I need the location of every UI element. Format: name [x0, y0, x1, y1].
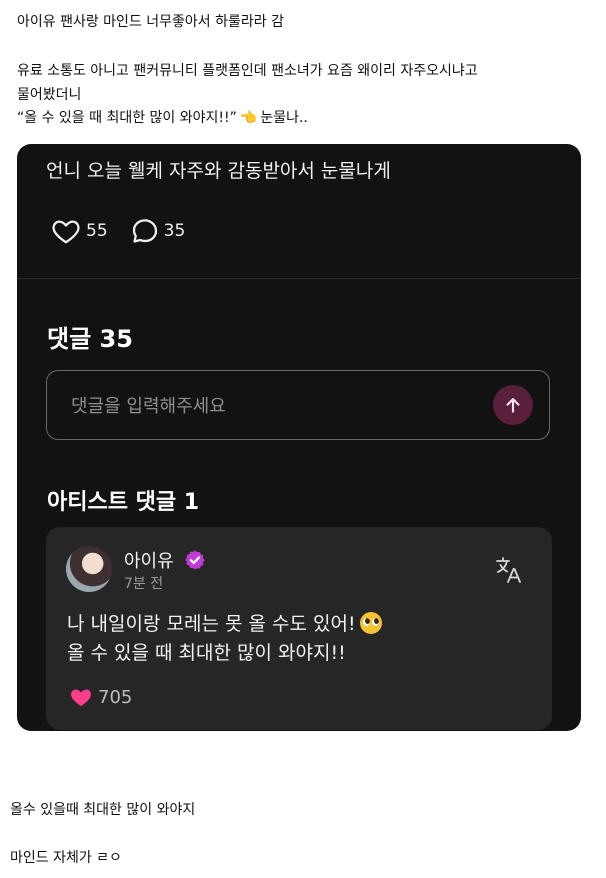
- pointing-left-hand-icon: 👈: [239, 110, 258, 126]
- comment-input[interactable]: [69, 371, 473, 441]
- comment-input-box: [46, 370, 550, 441]
- post-actions: 55 35: [50, 216, 207, 246]
- like-button[interactable]: 55: [50, 216, 108, 246]
- avatar[interactable]: [66, 546, 112, 592]
- post-body-line: 유료 소통도 아니고 팬커뮤니티 플랫폼인데 팬소녀가 요즘 왜이리 자주오시냐…: [17, 63, 478, 79]
- post-footer-line: 올수 있을때 최대한 많이 와야지: [10, 802, 196, 818]
- verified-badge-icon: [185, 550, 205, 570]
- speech-bubble-icon: [132, 219, 157, 243]
- post-quote-line: “올 수 있을 때 최대한 많이 와야지!!” 👈 눈물나..: [17, 108, 308, 128]
- comment-line: 나 내일이랑 모레는 못 올 수도 있어!: [67, 613, 356, 635]
- comment-time: 7분 전: [124, 576, 164, 592]
- comment-count: 35: [163, 221, 186, 241]
- post-body-line: 물어봤더니: [17, 87, 82, 103]
- send-button[interactable]: [493, 385, 533, 425]
- post-title: 아이유 팬사랑 마인드 너무좋아서 하룰라라 감: [17, 14, 284, 30]
- post-footer-line: 마인드 자체가 ㄹㅇ: [10, 850, 122, 866]
- author-name[interactable]: 아이유: [124, 547, 174, 573]
- app-screenshot: 언니 오늘 웰케 자주와 감동받아서 눈물나게 55 35 댓글 35 아티스트…: [17, 144, 581, 731]
- artist-comments-heading: 아티스트 댓글 1: [47, 490, 200, 515]
- comment-like-button[interactable]: 705: [68, 685, 132, 709]
- comment-like-count: 705: [98, 686, 133, 708]
- quote-suffix: 눈물나..: [260, 110, 308, 126]
- artist-comment-card: 아이유 7분 전 나 내일이랑 모레는 못 올 수도 있어! 올 수 있을 때 …: [46, 527, 552, 730]
- comment-body: 나 내일이랑 모레는 못 올 수도 있어! 올 수 있을 때 최대한 많이 와야…: [67, 610, 382, 668]
- translate-icon[interactable]: [494, 555, 524, 585]
- arrow-up-icon: [506, 398, 520, 413]
- like-count: 55: [86, 221, 108, 241]
- comment-button[interactable]: 35: [130, 216, 186, 246]
- comment-line: 올 수 있을 때 최대한 많이 와야지!!: [67, 642, 346, 664]
- heart-filled-icon: [71, 689, 91, 706]
- divider: [17, 278, 581, 279]
- fan-post-text: 언니 오늘 웰케 자주와 감동받아서 눈물나게: [46, 160, 391, 182]
- heart-outline-icon: [52, 220, 80, 244]
- pleading-face-icon: [359, 612, 382, 634]
- quote-text: “올 수 있을 때 최대한 많이 와야지!!”: [17, 110, 237, 126]
- comments-heading: 댓글 35: [47, 325, 133, 353]
